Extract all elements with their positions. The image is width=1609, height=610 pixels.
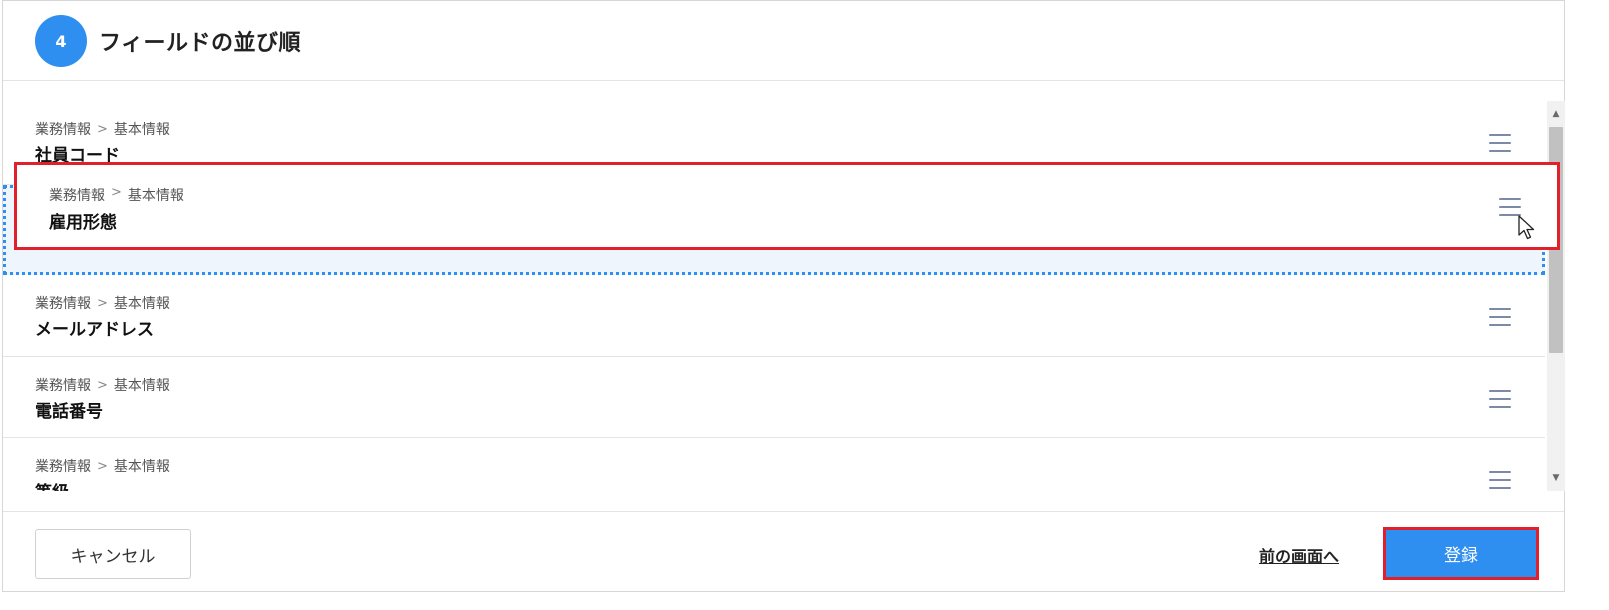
drag-handle-icon[interactable]: [1489, 308, 1511, 326]
list-item[interactable]: 業務情報 > 基本情報 等級: [3, 438, 1545, 491]
panel-header: 4 フィールドの並び順: [3, 1, 1564, 81]
breadcrumb: 業務情報 > 基本情報: [35, 377, 170, 395]
drag-handle-icon[interactable]: [1489, 471, 1511, 489]
field-name: 等級: [35, 478, 69, 491]
chevron-up-icon[interactable]: ▲: [1547, 105, 1565, 123]
back-link[interactable]: 前の画面へ: [1259, 543, 1339, 567]
panel-footer: キャンセル 前の画面へ 登録: [3, 511, 1564, 593]
breadcrumb: 業務情報 > 基本情報: [35, 458, 170, 476]
breadcrumb: 業務情報 > 基本情報: [35, 121, 170, 139]
register-button[interactable]: 登録: [1383, 527, 1539, 580]
mouse-pointer-icon: [1518, 215, 1535, 240]
list-item[interactable]: 業務情報 > 基本情報 電話番号: [3, 357, 1545, 438]
list-item[interactable]: 業務情報 > 基本情報 メールアドレス: [3, 275, 1545, 357]
field-order-panel: 4 フィールドの並び順 業務情報 > 基本情報 社員コード 業務情報 > 基本情…: [2, 0, 1565, 592]
chevron-down-icon[interactable]: ▼: [1547, 469, 1565, 487]
sortable-field-list: 業務情報 > 基本情報 社員コード 業務情報 > 基本情報 メールアドレス 業務…: [3, 101, 1545, 491]
step-number-badge: 4: [35, 15, 87, 67]
breadcrumb: 業務情報 > 基本情報: [49, 185, 184, 204]
breadcrumb: 業務情報 > 基本情報: [35, 295, 170, 313]
drag-handle-icon[interactable]: [1489, 134, 1511, 152]
field-name: メールアドレス: [35, 320, 154, 340]
page-title: フィールドの並び順: [99, 31, 302, 56]
dragging-list-item[interactable]: 業務情報 > 基本情報 雇用形態: [14, 162, 1560, 250]
field-name: 雇用形態: [49, 213, 117, 233]
vertical-scrollbar[interactable]: ▲ ▼: [1547, 101, 1565, 491]
field-name: 電話番号: [35, 402, 103, 422]
drag-handle-icon[interactable]: [1499, 198, 1521, 216]
drag-handle-icon[interactable]: [1489, 390, 1511, 408]
cancel-button[interactable]: キャンセル: [35, 529, 191, 579]
